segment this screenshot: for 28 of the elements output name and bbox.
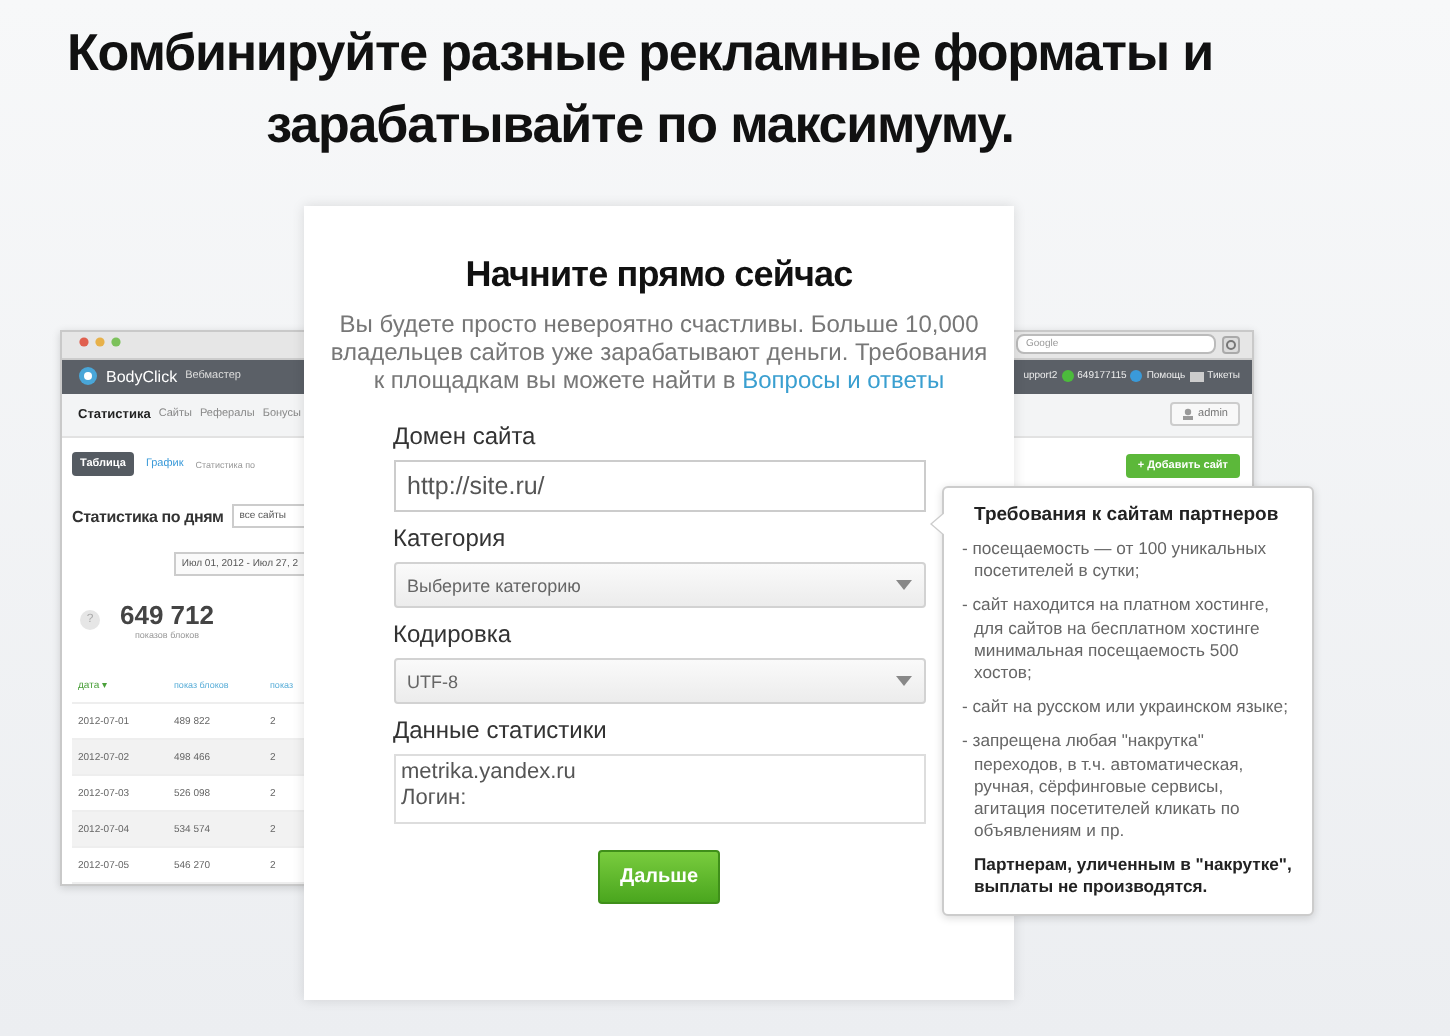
next-button[interactable]: Дальше [597, 850, 721, 904]
field-label: Кодировка [393, 620, 514, 648]
field-label: Домен сайта [393, 422, 538, 450]
field-label: Данные статистики [393, 716, 609, 744]
requirement-item: - сайт на русском или украинском языке; [962, 696, 1290, 719]
envelope-icon [1189, 371, 1204, 382]
select-field[interactable]: UTF-8 [393, 658, 925, 704]
card-title: Начните прямо сейчас [465, 254, 853, 296]
requirement-item: - запрещена любая "накрутка" переходов, в т.ч. автоматическая, ручная, сёрфинговые сервисы, агитация посетителей кликать по объявлениям и пр. [962, 730, 1246, 843]
intro-text: Вы будете просто невероятно счастливы. Больше 10,000 владельцев сайтов уже зарабатывают деньги. Требования к площадкам вы можете найти в Вопросы и ответы [328, 310, 990, 394]
window-controls-icon [78, 336, 122, 349]
stats-title: Статистика по дням [72, 507, 224, 525]
tooltip-title: Требования к сайтам партнеров [972, 504, 1281, 526]
field-label: Категория [393, 524, 508, 552]
user-icon [1182, 408, 1195, 421]
requirement-item: - сайт находится на платном хостинге, для сайтов на бесплатном хостинге минимальная посещаемость 500 хостов; [962, 594, 1272, 685]
logo-icon [78, 366, 98, 387]
caret-icon [895, 676, 911, 686]
select-field[interactable]: Выберите категорию [393, 562, 925, 608]
tooltip-note: Партнерам, уличенным в "накрутке", выплаты не производятся. [972, 854, 1294, 899]
domain-input[interactable]: http://site.ru/ [393, 460, 925, 512]
stats-textarea[interactable]: metrika.yandex.ru Логин: [393, 754, 925, 824]
headline: Комбинируйте разные рекламные форматы и зарабатывайте по максимуму. [64, 20, 1215, 158]
total-value: 649 712 [120, 600, 214, 630]
brand-name: BodyClick [106, 367, 178, 386]
faq-link[interactable]: Вопросы и ответы [742, 366, 945, 394]
requirement-item: - посещаемость — от 100 уникальных посетителей в сутки; [962, 538, 1269, 583]
caret-icon [895, 580, 911, 590]
